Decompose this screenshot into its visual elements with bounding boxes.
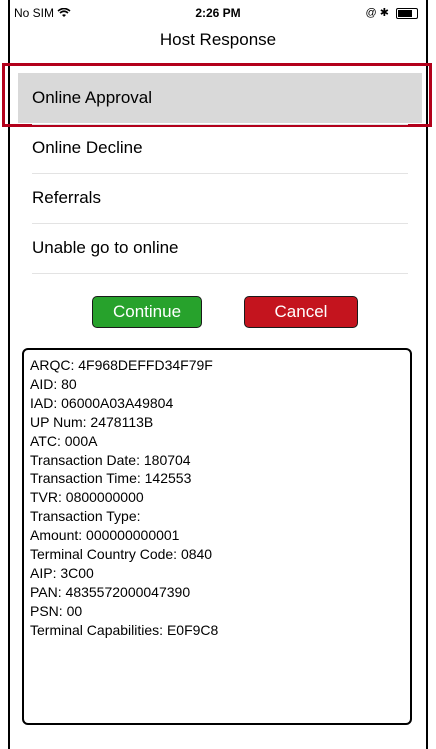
log-line: Transaction Time: 142553 xyxy=(30,470,192,487)
log-line: AIP: 3C00 xyxy=(30,564,94,581)
separator xyxy=(32,124,408,125)
log-line: Terminal Country Code: 0840 xyxy=(30,546,213,563)
cancel-button[interactable]: Cancel xyxy=(244,296,358,328)
option-referrals[interactable]: Referrals xyxy=(32,188,406,208)
battery-icon xyxy=(396,7,418,19)
log-line: UP Num: 2478113B xyxy=(30,413,154,430)
log-line: ATC: 000A xyxy=(30,432,98,449)
option-unable-online[interactable]: Unable go to online xyxy=(32,238,406,258)
continue-button[interactable]: Continue xyxy=(92,296,202,328)
orientation-bluetooth-icons: @ ✱ xyxy=(365,7,389,19)
log-line: ARQC: 4F968DEFFD34F79F xyxy=(30,357,213,373)
separator xyxy=(32,273,408,274)
page-title: Host Response xyxy=(159,30,277,49)
separator xyxy=(32,223,408,224)
option-online-decline[interactable]: Online Decline xyxy=(32,138,406,158)
status-time: 2:26 PM xyxy=(195,6,241,20)
log-line: Transaction Type: xyxy=(30,508,141,525)
separator xyxy=(32,173,408,174)
status-right-icons: @ ✱ xyxy=(365,6,418,19)
status-bar: No SIM 2:26 PM @ ✱ xyxy=(12,6,424,22)
log-line: TVR: 0800000000 xyxy=(30,489,144,506)
log-line: Terminal Capabilities: E0F9C8 xyxy=(30,621,219,638)
log-line: IAD: 06000A03A49804 xyxy=(30,394,174,411)
log-line: AID: 80 xyxy=(30,375,77,392)
transaction-log[interactable]: ARQC: 4F968DEFFD34F79F AID: 80 IAD: 0600… xyxy=(22,348,412,725)
option-online-approval[interactable]: Online Approval xyxy=(32,88,406,108)
log-line: Transaction Date: 180704 xyxy=(30,451,191,468)
log-line: PSN: 00 xyxy=(30,602,83,619)
log-line: Amount: 000000000001 xyxy=(30,527,180,544)
log-line: PAN: 4835572000047390 xyxy=(30,583,191,600)
